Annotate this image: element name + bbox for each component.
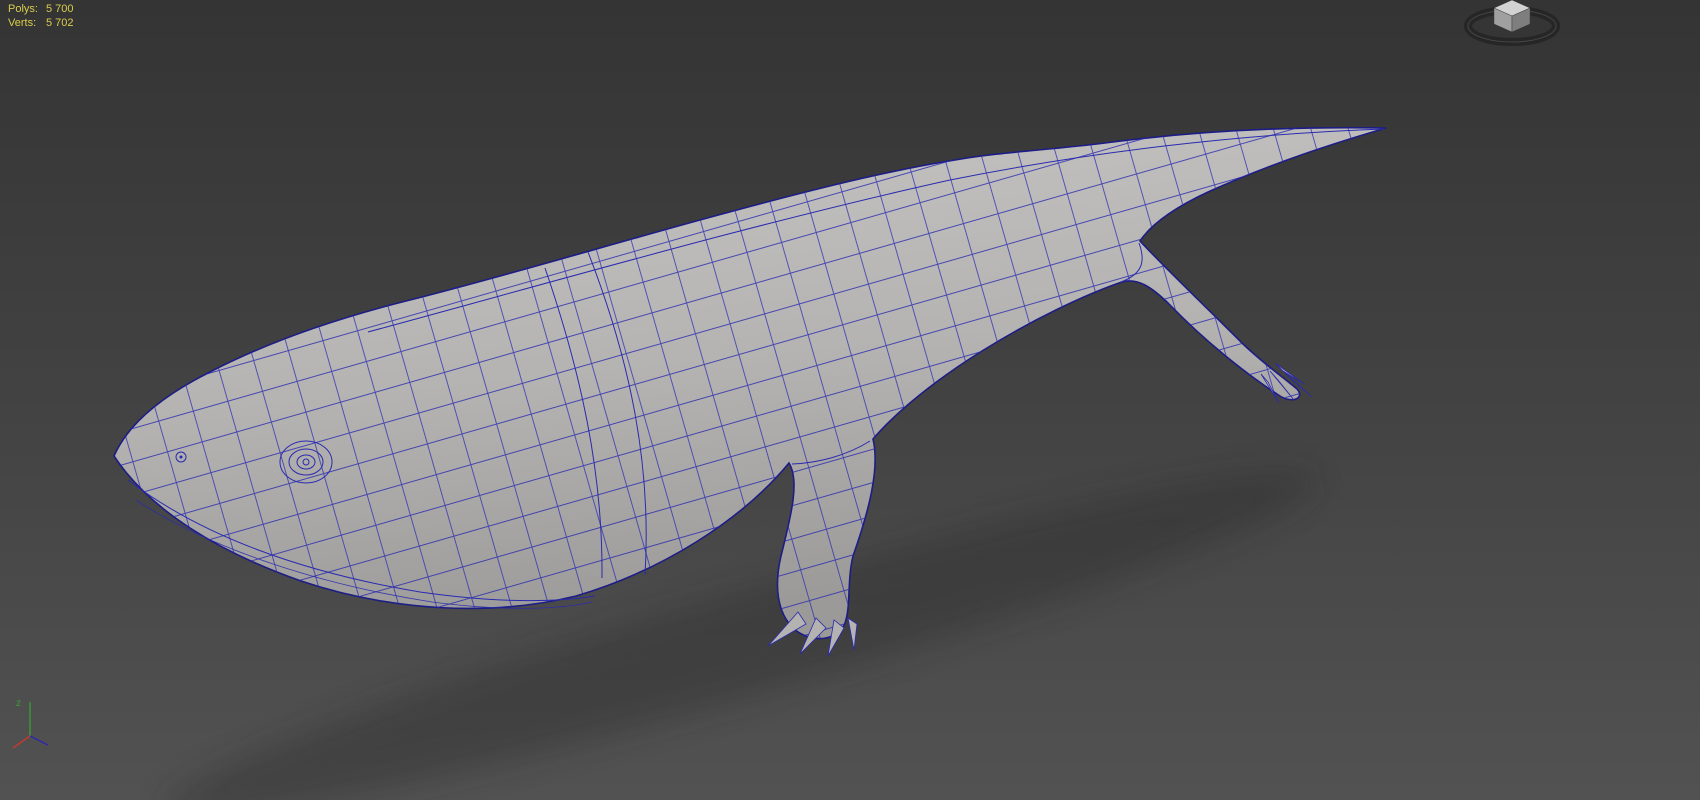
- salamander-model[interactable]: [113, 126, 1387, 657]
- polys-label: Polys:: [8, 3, 38, 15]
- verts-row: Verts: 5 702: [8, 16, 74, 30]
- scene-svg: z: [12, 0, 1560, 800]
- verts-value: 5 702: [46, 17, 74, 29]
- viewcube-icon[interactable]: [1464, 0, 1560, 46]
- axis-z-label: z: [16, 698, 21, 709]
- mesh-stats: Polys: 5 700 Verts: 5 702: [8, 2, 74, 30]
- verts-label: Verts:: [8, 17, 37, 29]
- polys-value: 5 700: [46, 3, 74, 15]
- world-axis-icon: z: [12, 698, 49, 749]
- polys-row: Polys: 5 700: [8, 2, 74, 16]
- viewport-3d[interactable]: z Polys: 5 700 Verts: 5 702: [0, 0, 1700, 800]
- wireframe-mesh: [114, 127, 1386, 639]
